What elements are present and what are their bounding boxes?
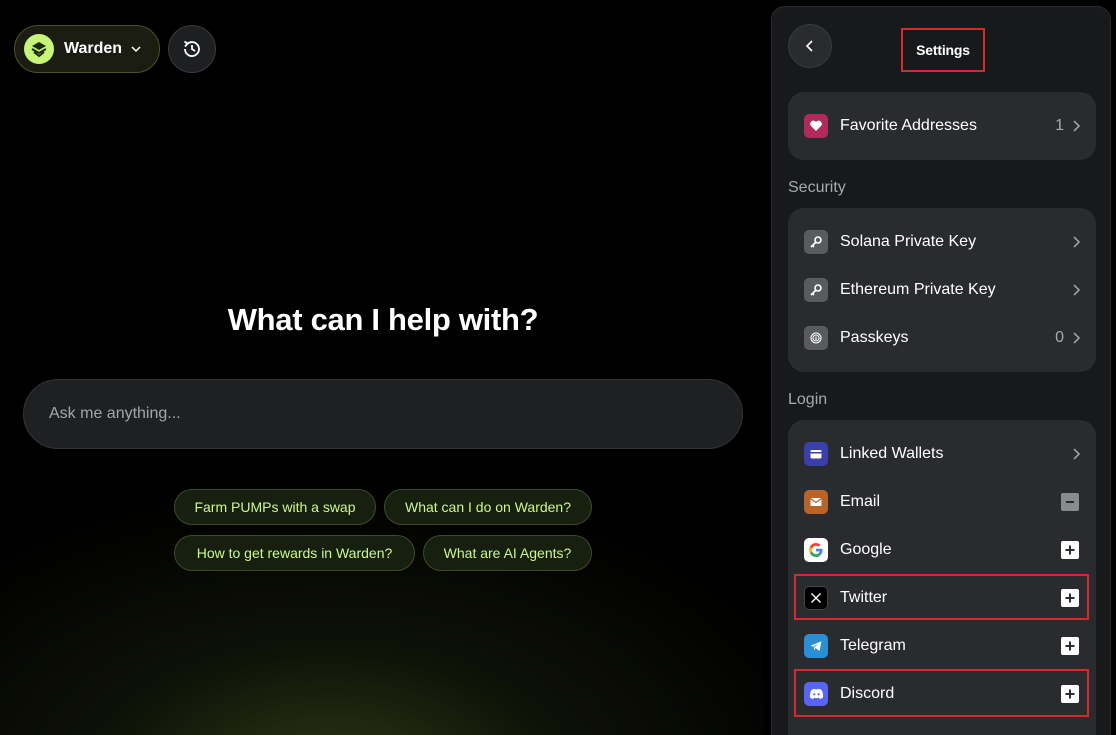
google-row[interactable]: Google	[788, 526, 1096, 574]
workspace-switcher-button[interactable]: Warden	[14, 25, 160, 73]
discord-icon	[804, 682, 828, 706]
solana-private-key-row[interactable]: Solana Private Key	[788, 218, 1096, 266]
passkeys-label: Passkeys	[840, 329, 909, 346]
chevron-right-icon	[1072, 119, 1082, 133]
chevron-right-icon	[1072, 283, 1082, 297]
link-google-button[interactable]	[1061, 541, 1079, 559]
settings-title: Settings	[901, 28, 985, 72]
chevron-right-icon	[1072, 331, 1082, 345]
fingerprint-icon	[804, 326, 828, 350]
passkeys-row[interactable]: Passkeys 0	[788, 314, 1096, 362]
heart-icon	[804, 114, 828, 138]
chevron-left-icon	[803, 39, 817, 53]
chevron-right-icon	[1072, 235, 1082, 249]
wallet-icon	[804, 442, 828, 466]
email-row[interactable]: Email	[788, 478, 1096, 526]
linked-wallets-row[interactable]: Linked Wallets	[788, 430, 1096, 478]
plus-icon	[1064, 544, 1076, 556]
telegram-row[interactable]: Telegram	[788, 622, 1096, 670]
page-title: What can I help with?	[227, 302, 539, 337]
settings-panel: Settings Favorite Addresses 1 Security S…	[771, 6, 1111, 735]
favorite-addresses-count: 1	[1055, 117, 1064, 134]
google-label: Google	[840, 541, 892, 558]
chat-input[interactable]	[23, 379, 743, 449]
telegram-label: Telegram	[840, 637, 906, 654]
link-discord-button[interactable]	[1061, 685, 1079, 703]
solana-private-key-label: Solana Private Key	[840, 233, 977, 250]
security-section-label: Security	[788, 179, 846, 196]
google-icon	[804, 538, 828, 562]
suggestion-chip[interactable]: Farm PUMPs with a swap	[174, 489, 376, 525]
twitter-row[interactable]: Twitter	[788, 574, 1096, 622]
x-icon	[804, 586, 828, 610]
discord-row[interactable]: Discord	[788, 670, 1096, 718]
link-telegram-button[interactable]	[1061, 637, 1079, 655]
history-icon	[181, 38, 203, 60]
link-twitter-button[interactable]	[1061, 589, 1079, 607]
chat-main: Warden What can I help with? Farm PUMPs …	[0, 0, 764, 735]
back-button[interactable]	[788, 24, 832, 68]
login-card: Linked Wallets Email Google Twitter Tele…	[788, 420, 1096, 735]
suggestion-chip[interactable]: What are AI Agents?	[423, 535, 592, 571]
ethereum-private-key-label: Ethereum Private Key	[840, 281, 996, 298]
email-label: Email	[840, 493, 881, 510]
chevron-right-icon	[1072, 447, 1082, 461]
suggestion-chip[interactable]: How to get rewards in Warden?	[174, 535, 415, 571]
unlink-email-button[interactable]	[1061, 493, 1079, 511]
suggestion-chip[interactable]: What can I do on Warden?	[384, 489, 592, 525]
chevron-down-icon	[130, 43, 142, 55]
linked-wallets-label: Linked Wallets	[840, 445, 944, 462]
security-card: Solana Private Key Ethereum Private Key	[788, 208, 1096, 372]
plus-icon	[1064, 592, 1076, 604]
login-section-label: Login	[788, 391, 828, 408]
favorite-addresses-row[interactable]: Favorite Addresses 1	[788, 102, 1096, 150]
favorite-addresses-label: Favorite Addresses	[840, 117, 977, 134]
favorites-card: Favorite Addresses 1	[788, 92, 1096, 160]
key-icon	[804, 278, 828, 302]
passkeys-count: 0	[1055, 329, 1064, 346]
app-root: Warden What can I help with? Farm PUMPs …	[0, 0, 1116, 735]
telegram-icon	[804, 634, 828, 658]
twitter-label: Twitter	[840, 589, 888, 606]
mail-icon	[804, 490, 828, 514]
workspace-name: Warden	[64, 40, 123, 57]
warden-logo-icon	[24, 34, 54, 64]
plus-icon	[1064, 688, 1076, 700]
discord-label: Discord	[840, 685, 895, 702]
plus-icon	[1064, 640, 1076, 652]
history-button[interactable]	[168, 25, 216, 73]
key-icon	[804, 230, 828, 254]
ethereum-private-key-row[interactable]: Ethereum Private Key	[788, 266, 1096, 314]
minus-icon	[1064, 496, 1076, 508]
